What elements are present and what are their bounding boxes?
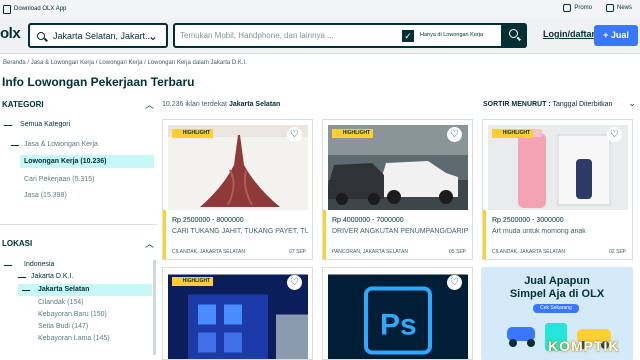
location-value: Jakarta Selatan, Jakart... (53, 30, 153, 41)
breadcrumb: Beranda / Jasa & Lowongan Kerja / Lowong… (3, 60, 247, 66)
results-count-text: 10.236 iklan terdekat (162, 101, 227, 108)
job-only-checkbox[interactable]: ✓ (402, 30, 414, 42)
highlight-badge-label: HIGHLIGHT (182, 130, 211, 136)
filter-sidebar: KATEGORI ︿ Semua Kategori Jasa & Lowonga… (0, 97, 157, 360)
listing-date: 02 SEP (609, 249, 626, 255)
listing-card[interactable]: ⚡ HIGHLIGHT ♡ (162, 267, 313, 360)
page-title: Info Lowongan Pekerjaan Terbaru (2, 75, 195, 89)
sort-label: SORTIR MENURUT : (483, 101, 551, 108)
promo-line-1: Jual Apapun (524, 275, 590, 287)
listing-price: Rp 2500000 - 3000000 (492, 217, 564, 224)
download-app-label: Download OLX App (14, 6, 67, 12)
highlight-badge: ⚡ HIGHLIGHT (172, 129, 214, 138)
listing-price: Rp 2500000 - 8000000 (172, 217, 244, 224)
chevron-up-icon[interactable]: ︿ (145, 237, 154, 250)
listing-location: PANCORAN, JAKARTA SELATAN (332, 249, 408, 255)
category-services[interactable]: Jasa (15.398) (24, 192, 67, 199)
watermark: KOMPTIK (548, 338, 620, 354)
highlight-bar (163, 210, 166, 259)
listing-title: CARI TUKANG JAHIT, TUKANG PAYET, TU... (172, 228, 308, 235)
search-icon (37, 31, 45, 40)
sell-button[interactable]: + Jual (594, 25, 638, 46)
phone-icon (3, 4, 11, 14)
search-input[interactable]: Temukan Mobil, Handphone, dan lainnya ..… (180, 31, 334, 40)
category-services-jobs[interactable]: Jasa & Lowongan Kerja (24, 141, 98, 148)
news-label: News (616, 5, 632, 11)
promo-label: Promo (574, 5, 592, 11)
news-link[interactable]: News (605, 4, 632, 12)
breadcrumb-item[interactable]: Jasa & Lowongan Kerja (31, 60, 94, 66)
highlight-badge: ⚡ HIGHLIGHT (492, 129, 534, 138)
location-jakarta-dki[interactable]: Jakarta D.K.I. (31, 273, 73, 280)
heart-icon[interactable]: ♡ (287, 275, 302, 290)
promo-line-2: Simpel Aja di OLX (509, 288, 605, 300)
tree-line (22, 290, 30, 291)
highlight-bar (323, 210, 326, 259)
sort-value: Tanggal Diterbitkan (552, 101, 613, 108)
olx-logo[interactable]: olx (0, 25, 21, 42)
top-strip: Download OLX App Promo News (0, 0, 640, 18)
category-all[interactable]: Semua Kategori (20, 121, 70, 128)
listing-card[interactable]: ⚡ HIGHLIGHT ♡ Rp 4000000 - 7000000 DRIVE… (322, 119, 473, 260)
listing-card[interactable]: ⚡ HIGHLIGHT ♡ Rp 2500000 - 3000000 Art m… (482, 119, 633, 260)
chevron-down-icon: ⌄ (147, 29, 158, 43)
location-title: LOKASI (2, 239, 33, 248)
sort-dropdown[interactable]: SORTIR MENURUT : Tanggal Diterbitkan ⌄ (483, 98, 636, 109)
location-setia-budi[interactable]: Setia Budi (147) (38, 323, 88, 330)
search-button[interactable] (501, 23, 527, 48)
tree-line (4, 125, 12, 126)
highlight-bar (483, 210, 486, 259)
promo-cta-button[interactable]: Cek Sekarang (533, 304, 579, 313)
news-icon (605, 4, 614, 12)
results-place: Jakarta Selatan (228, 101, 281, 108)
tree-line (11, 145, 19, 146)
highlight-badge-label: HIGHLIGHT (502, 130, 531, 136)
highlight-badge: ⚡ HIGHLIGHT (172, 277, 214, 286)
listing-title: DRIVER ANGKUTAN PENUMPANG/DARIP... (332, 228, 468, 235)
highlight-badge-label: HIGHLIGHT (182, 278, 211, 284)
location-indonesia[interactable]: Indonesia (24, 261, 54, 268)
location-kebayoran-baru[interactable]: Kebayoran Baru (150) (38, 311, 107, 318)
search-icon (509, 29, 518, 38)
location-selector[interactable]: Jakarta Selatan, Jakart... ⌄ (28, 23, 168, 48)
listing-price: Rp 4000000 - 7000000 (332, 217, 404, 224)
tree-line (4, 265, 12, 266)
promo-icon (563, 4, 572, 12)
svg-text:Ps: Ps (380, 309, 417, 342)
location-jakarta-selatan[interactable]: Jakarta Selatan (38, 286, 89, 293)
tree-line (18, 277, 26, 278)
breadcrumb-item[interactable]: Lowongan Kerja (99, 60, 142, 66)
listing-card[interactable]: Ps ♡ (322, 267, 473, 360)
listing-card[interactable]: ⚡ HIGHLIGHT ♡ Rp 2500000 - 8000000 CARI … (162, 119, 313, 260)
listing-date: 05 SEP (449, 249, 466, 255)
highlight-badge: ⚡ HIGHLIGHT (332, 129, 374, 138)
heart-icon[interactable]: ♡ (287, 127, 302, 142)
location-cilandak[interactable]: Cilandak (154) (38, 299, 84, 306)
listing-title: Art muda untuk momong anak (492, 228, 586, 235)
heart-icon[interactable]: ♡ (447, 275, 462, 290)
location-kebayoran-lama[interactable]: Kebayoran Lama (145) (38, 335, 110, 342)
chevron-down-icon: ⌄ (628, 98, 636, 108)
divider (0, 224, 157, 225)
chevron-up-icon[interactable]: ︿ (145, 98, 154, 111)
breadcrumb-item[interactable]: Beranda (3, 60, 26, 66)
listing-date: 07 SEP (289, 249, 306, 255)
category-jobs[interactable]: Lowongan Kerja (10.236) (24, 158, 106, 165)
job-only-label: Hanya di Lowongan Kerja (420, 32, 483, 38)
heart-icon[interactable]: ♡ (447, 127, 462, 142)
listing-location: CILANDAK, JAKARTA SELATAN (172, 249, 245, 255)
login-link[interactable]: Login/daftar (543, 29, 595, 39)
header: olx Jakarta Selatan, Jakart... ⌄ Temukan… (0, 18, 640, 54)
listing-location: CILANDAK, JAKARTA SELATAN (492, 249, 565, 255)
promo-link[interactable]: Promo (563, 4, 592, 12)
heart-icon[interactable]: ♡ (607, 127, 622, 142)
category-find-work[interactable]: Cari Pekerjaan (5.315) (24, 176, 94, 183)
category-title: KATEGORI (2, 100, 44, 109)
sidebar-scrollbar[interactable] (153, 260, 156, 355)
search-bar: Temukan Mobil, Handphone, dan lainnya ..… (173, 23, 527, 48)
breadcrumb-item: Lowongan Kerja dalam Jakarta D.K.I. (147, 60, 247, 66)
results-count: 10.236 iklan terdekat Jakarta Selatan (162, 101, 280, 108)
download-app-link[interactable]: Download OLX App (3, 4, 67, 14)
highlight-badge-label: HIGHLIGHT (342, 130, 371, 136)
